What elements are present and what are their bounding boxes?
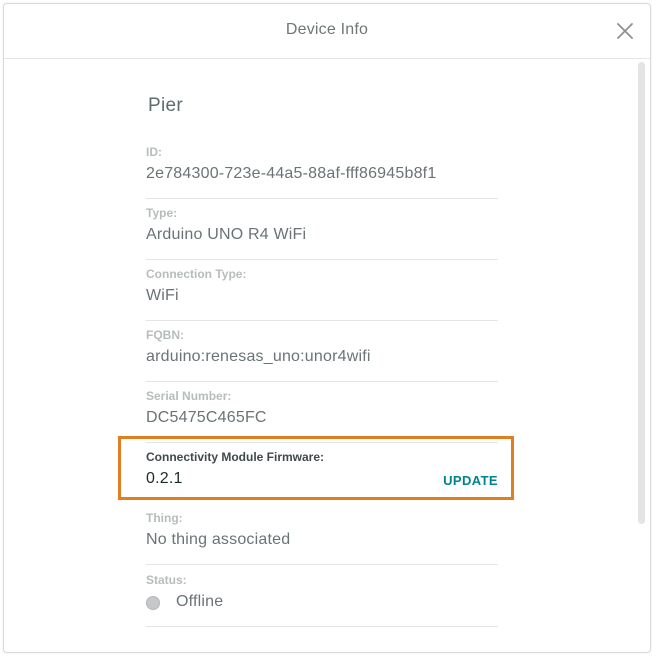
field-label: Serial Number: xyxy=(146,389,232,403)
field-status: Status: Offline xyxy=(146,566,498,627)
field-label: FQBN: xyxy=(146,328,184,342)
field-serial-number: Serial Number: DC5475C465FC xyxy=(146,382,498,443)
field-label: Status: xyxy=(146,573,187,587)
field-label: Type: xyxy=(146,206,178,220)
field-value: No thing associated xyxy=(146,531,291,548)
field-label: Connectivity Module Firmware: xyxy=(146,450,325,464)
field-value: DC5475C465FC xyxy=(146,409,267,426)
field-fqbn: FQBN: arduino:renesas_uno:unor4wifi xyxy=(146,321,498,382)
status-value: Offline xyxy=(176,593,224,610)
field-label: Connection Type: xyxy=(146,267,247,281)
field-connection-type: Connection Type: WiFi xyxy=(146,260,498,321)
dialog-header: Device Info xyxy=(4,4,650,59)
field-thing: Thing: No thing associated xyxy=(146,504,498,565)
close-icon xyxy=(617,23,633,39)
field-label: ID: xyxy=(146,145,162,159)
field-value: WiFi xyxy=(146,287,179,304)
field-type: Type: Arduino UNO R4 WiFi xyxy=(146,199,498,260)
field-value: Arduino UNO R4 WiFi xyxy=(146,226,307,243)
field-connectivity-firmware: Connectivity Module Firmware: 0.2.1 UPDA… xyxy=(146,443,498,504)
field-value: 0.2.1 xyxy=(146,470,183,487)
field-id: ID: 2e784300-723e-44a5-88af-fff86945b8f1 xyxy=(146,138,498,199)
device-info-dialog: Device Info Pier ID: 2e784300-723e-44a5-… xyxy=(3,3,651,653)
dialog-content: Pier ID: 2e784300-723e-44a5-88af-fff8694… xyxy=(4,58,650,652)
field-label: Thing: xyxy=(146,511,183,525)
field-value: arduino:renesas_uno:unor4wifi xyxy=(146,348,371,365)
status-indicator-icon xyxy=(146,596,160,610)
update-firmware-button[interactable]: UPDATE xyxy=(443,473,498,488)
device-name: Pier xyxy=(148,95,183,116)
field-value: 2e784300-723e-44a5-88af-fff86945b8f1 xyxy=(146,165,437,182)
close-button[interactable] xyxy=(614,20,636,42)
dialog-title: Device Info xyxy=(285,21,369,38)
